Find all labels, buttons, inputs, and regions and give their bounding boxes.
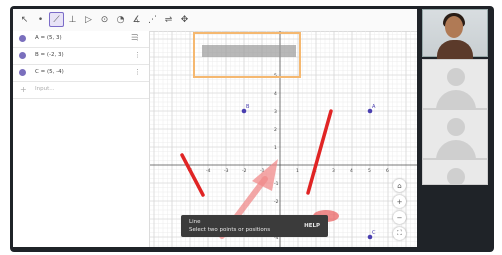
circle-icon[interactable]: ⊙ (97, 12, 112, 27)
x-tick-label: 4 (350, 168, 353, 174)
tool-hint-bar: Line Select two points or positions HELP (181, 215, 328, 237)
perpendicular-icon[interactable]: ⊥ (65, 12, 80, 27)
hint-text: Select two points or positions (189, 227, 271, 233)
point-icon[interactable]: • (33, 12, 48, 27)
zoom-in-icon[interactable]: + (393, 195, 406, 208)
point-label: C (372, 230, 376, 236)
participant-tile[interactable] (422, 59, 488, 109)
algebra-row-b[interactable]: B = (-2, 3) ⋮ (13, 48, 149, 65)
video-participants-panel (422, 9, 488, 185)
pointer-icon[interactable]: ↖ (17, 12, 32, 27)
x-tick-label: 5 (368, 168, 371, 174)
point-label: B (246, 104, 250, 110)
visibility-dot-icon[interactable] (19, 69, 26, 76)
y-tick-label: 1 (274, 145, 277, 151)
avatar-body-icon (436, 140, 476, 158)
zoom-out-icon[interactable]: − (393, 211, 406, 224)
participant-video[interactable] (422, 9, 488, 60)
hint-title: Line (189, 219, 201, 225)
polygon-icon[interactable]: ▷ (81, 12, 96, 27)
reflect-icon[interactable]: ⋰ (145, 12, 160, 27)
participant-tile[interactable] (422, 159, 488, 185)
y-tick-label: -1 (274, 181, 279, 187)
more-icon[interactable]: ⋮ (134, 68, 141, 76)
blurred-label (202, 45, 296, 57)
more-icon[interactable]: ⋮ (134, 34, 141, 42)
y-tick-label: 3 (274, 109, 277, 115)
algebra-row-c[interactable]: C = (5, -4) ⋮ (13, 65, 149, 82)
home-icon[interactable]: ⌂ (393, 179, 406, 192)
visibility-dot-icon[interactable] (19, 52, 26, 59)
visibility-dot-icon[interactable] (19, 35, 26, 42)
avatar-head-icon (447, 118, 465, 136)
algebra-input-row[interactable]: + Input... (13, 82, 149, 99)
participant-tile[interactable] (422, 109, 488, 159)
y-tick-label: 4 (274, 91, 277, 97)
angle-icon[interactable]: ∡ (129, 12, 144, 27)
algebra-view: ☰ A = (5, 3) ⋮ B = (-2, 3) ⋮ C = (5, -4)… (13, 31, 150, 247)
line-icon[interactable]: ⟋ (49, 12, 64, 27)
point-label: A (372, 104, 376, 110)
person-face (445, 16, 463, 38)
geogebra-app: ↖ • ⟋ ⊥ ▷ ⊙ ◔ ∡ ⋰ ⇌ ✥ ☰ A = (5, 3) ⋮ B = (-2, 3) ⋮… (13, 9, 417, 247)
algebra-row-text: B = (-2, 3) (35, 52, 64, 58)
x-tick-label: 6 (386, 168, 389, 174)
x-tick-label: 3 (332, 168, 335, 174)
fullscreen-icon[interactable]: ⛶ (393, 227, 406, 240)
screen-share-frame: ↖ • ⟋ ⊥ ▷ ⊙ ◔ ∡ ⋰ ⇌ ✥ ☰ A = (5, 3) ⋮ B = (-2, 3) ⋮… (10, 6, 494, 252)
x-tick-label: 1 (296, 168, 299, 174)
avatar-head-icon (447, 68, 465, 86)
person-body (437, 40, 473, 60)
slider-icon[interactable]: ⇌ (161, 12, 176, 27)
circle-arc-icon[interactable]: ◔ (113, 12, 128, 27)
algebra-row-a[interactable]: A = (5, 3) ⋮ (13, 31, 149, 48)
algebra-input[interactable]: Input... (35, 86, 55, 92)
y-tick-label: -2 (274, 199, 279, 205)
algebra-row-text: C = (5, -4) (35, 69, 64, 75)
y-tick-label: 2 (274, 127, 277, 133)
more-icon[interactable]: ⋮ (134, 51, 141, 59)
avatar-body-icon (436, 90, 476, 108)
x-tick-label: -4 (206, 168, 211, 174)
move-view-icon[interactable]: ✥ (177, 12, 192, 27)
avatar-head-icon (447, 168, 465, 184)
plus-icon: + (20, 85, 27, 94)
help-button[interactable]: HELP (304, 223, 320, 229)
x-tick-label: -3 (224, 168, 229, 174)
toolbar: ↖ • ⟋ ⊥ ▷ ⊙ ◔ ∡ ⋰ ⇌ ✥ (13, 9, 417, 32)
x-tick-label: -2 (242, 168, 247, 174)
algebra-row-text: A = (5, 3) (35, 35, 62, 41)
pen-stroke (180, 153, 205, 197)
